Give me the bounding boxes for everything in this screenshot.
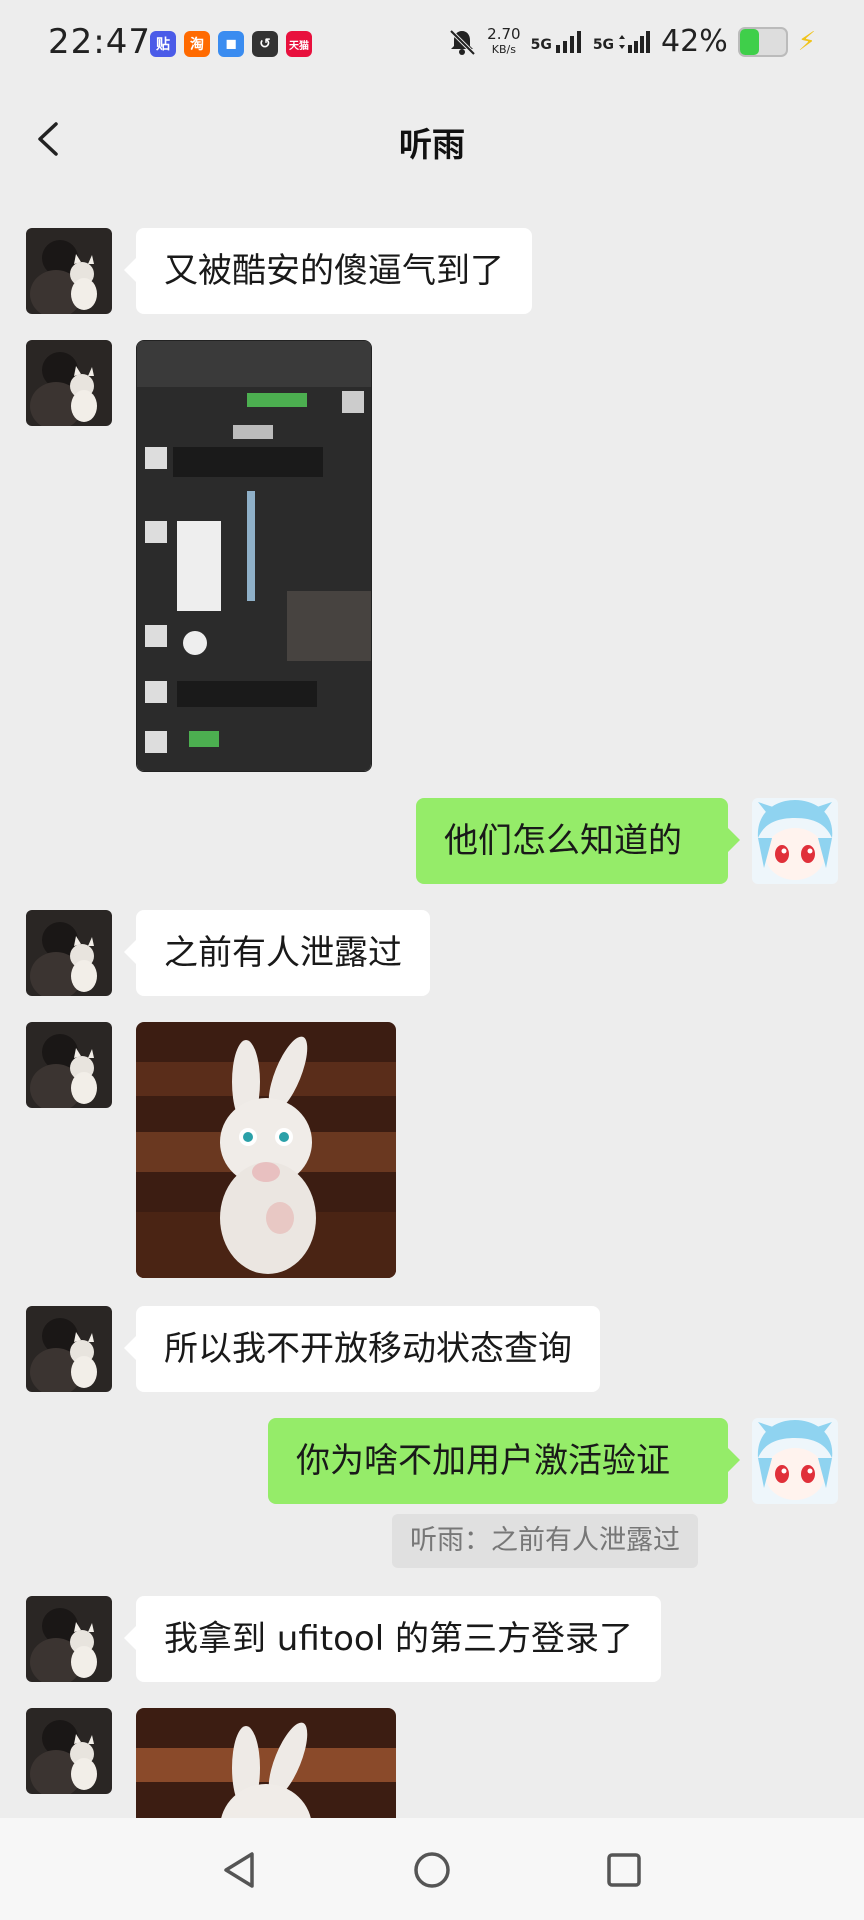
message-row: 他们怎么知道的 [0, 798, 864, 884]
battery-percent: 42% [661, 24, 728, 59]
nav-home-button[interactable] [406, 1844, 458, 1896]
message-bubble[interactable]: 又被酷安的傻逼气到了 [124, 228, 532, 314]
message-bubble[interactable]: 他们怎么知道的 [416, 798, 740, 884]
rabbit-sticker-image[interactable] [136, 1708, 396, 1818]
contact-avatar[interactable] [26, 340, 112, 426]
notification-icons: 贴 淘 ◼ ↺ 天猫 [150, 31, 312, 57]
message-row [0, 1022, 864, 1278]
message-row [0, 1708, 864, 1818]
system-nav-bar [0, 1818, 864, 1920]
message-bubble[interactable]: 你为啥不加用户激活验证 [268, 1418, 740, 1504]
contact-avatar[interactable] [26, 1596, 112, 1682]
message-bubble[interactable]: 所以我不开放移动状态查询 [124, 1306, 600, 1392]
sim1-label: 5G [530, 36, 552, 53]
network-speed-unit: KB/s [491, 42, 516, 56]
sim1-signal: 5G [530, 30, 583, 53]
chat-header: 听雨 [0, 90, 864, 190]
taobao-icon: 淘 [184, 31, 210, 57]
contact-avatar[interactable] [26, 1022, 112, 1108]
tieba-icon: 贴 [150, 31, 176, 57]
status-time: 22:47 [48, 22, 151, 62]
status-indicators: 2.70 KB/s 5G 5G 42% ⚡ [447, 24, 816, 59]
home-nav-icon [414, 1852, 450, 1888]
message-row: 我拿到 ufitool 的第三方登录了 [0, 1596, 864, 1682]
message-row: 所以我不开放移动状态查询 [0, 1306, 864, 1392]
nav-back-button[interactable] [214, 1844, 266, 1896]
message-bubble[interactable]: 我拿到 ufitool 的第三方登录了 [124, 1596, 661, 1682]
contact-avatar[interactable] [26, 228, 112, 314]
network-speed: 2.70 KB/s [487, 24, 521, 57]
mute-bell-icon [449, 29, 476, 55]
nav-recents-button[interactable] [598, 1844, 650, 1896]
message-row: 你为啥不加用户激活验证 [0, 1418, 864, 1504]
message-row [0, 340, 864, 772]
battery-level [739, 28, 760, 55]
sim2-signal: 5G [592, 30, 651, 53]
link-app-icon: ↺ [252, 31, 278, 57]
recents-nav-icon [607, 1853, 641, 1887]
back-nav-icon [224, 1852, 254, 1888]
contact-avatar[interactable] [26, 1306, 112, 1392]
self-avatar[interactable] [752, 1418, 838, 1504]
sim2-label: 5G [592, 36, 615, 53]
message-bubble[interactable]: 之前有人泄露过 [124, 910, 430, 996]
self-avatar[interactable] [752, 798, 838, 884]
signal-bars-icon [555, 30, 581, 53]
status-bar: 22:47 贴 淘 ◼ ↺ 天猫 2.70 KB/s 5G 5G 42% ⚡ [0, 0, 864, 90]
tmall-icon: 天猫 [286, 31, 312, 57]
message-app-icon: ◼ [218, 31, 244, 57]
contact-avatar[interactable] [26, 910, 112, 996]
charging-bolt-icon: ⚡ [797, 26, 816, 57]
rabbit-sticker-image[interactable] [136, 1022, 396, 1278]
chat-title: 听雨 [399, 125, 465, 164]
message-list[interactable]: 又被酷安的傻逼气到了 他们怎么知道的 之前有人泄露过 所以我不开放移动状态查询 … [0, 190, 864, 1818]
network-speed-value: 2.70 [487, 24, 521, 43]
screenshot-image[interactable] [136, 340, 372, 772]
quoted-reply[interactable]: 听雨：之前有人泄露过 [392, 1514, 698, 1568]
battery-icon [737, 26, 788, 57]
contact-avatar[interactable] [26, 1708, 112, 1794]
signal-bars-icon [619, 30, 651, 53]
message-row: 之前有人泄露过 [0, 910, 864, 996]
message-row: 又被酷安的傻逼气到了 [0, 228, 864, 314]
